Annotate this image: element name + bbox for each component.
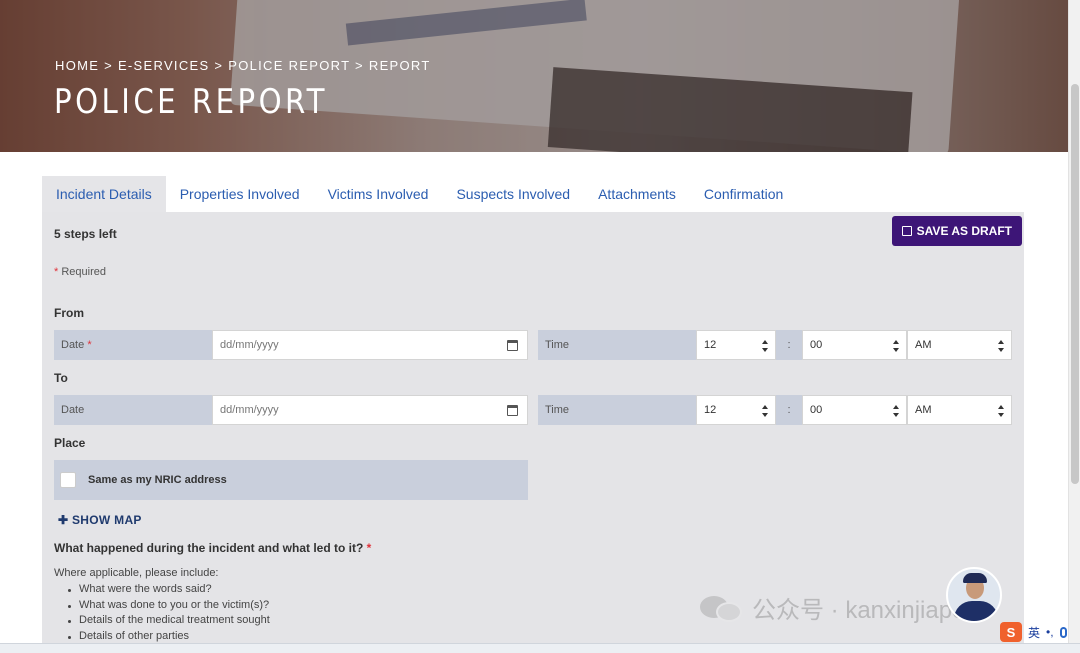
to-time-label: Time <box>538 395 696 425</box>
scrollbar-thumb[interactable] <box>1071 84 1079 484</box>
to-time-colon: : <box>776 395 802 425</box>
taskbar <box>0 643 1080 653</box>
select-arrows-icon <box>998 340 1004 352</box>
tab-victims-involved[interactable]: Victims Involved <box>314 176 443 212</box>
breadcrumb-police-report[interactable]: POLICE REPORT <box>228 58 350 73</box>
plus-icon: ✚ <box>58 513 69 527</box>
ime-toolbar[interactable]: S 英 •, <box>1000 621 1067 643</box>
select-arrows-icon <box>762 340 768 352</box>
hero-banner: HOME > E-SERVICES > POLICE REPORT > REPO… <box>0 0 1068 152</box>
calendar-icon[interactable] <box>507 405 518 416</box>
calendar-icon[interactable] <box>507 340 518 351</box>
assistant-avatar[interactable] <box>946 567 1002 623</box>
tab-properties-involved[interactable]: Properties Involved <box>166 176 314 212</box>
to-minute-select[interactable]: 00 <box>802 395 907 425</box>
sogou-logo-icon[interactable]: S <box>1000 622 1022 642</box>
from-label: From <box>54 306 84 320</box>
to-date-input[interactable]: dd/mm/yyyy <box>212 395 528 425</box>
incident-helper: Where applicable, please include: <box>54 567 219 579</box>
breadcrumb: HOME > E-SERVICES > POLICE REPORT > REPO… <box>55 58 431 73</box>
ime-language[interactable]: 英 <box>1028 624 1040 641</box>
show-map-link[interactable]: ✚ SHOW MAP <box>58 513 142 527</box>
tab-attachments[interactable]: Attachments <box>584 176 690 212</box>
same-as-nric-option[interactable]: Same as my NRIC address <box>54 460 528 500</box>
breadcrumb-e-services[interactable]: E-SERVICES <box>118 58 210 73</box>
select-arrows-icon <box>893 405 899 417</box>
save-icon <box>901 226 912 236</box>
incident-question: What happened during the incident and wh… <box>54 541 372 555</box>
select-arrows-icon <box>893 340 899 352</box>
watermark: 公众号 · kanxinjiapo <box>700 590 965 625</box>
steps-left: 5 steps left <box>54 227 117 241</box>
to-date-label: Date <box>54 395 212 425</box>
page-title: POLICE REPORT <box>54 82 328 122</box>
from-time-colon: : <box>776 330 802 360</box>
tab-bar: Incident Details Properties Involved Vic… <box>42 176 797 212</box>
to-ampm-select[interactable]: AM <box>907 395 1012 425</box>
from-date-input[interactable]: dd/mm/yyyy <box>212 330 528 360</box>
incident-form: 5 steps left SAVE AS DRAFT * Required Fr… <box>42 212 1024 653</box>
to-hour-select[interactable]: 12 <box>696 395 776 425</box>
from-time-label: Time <box>538 330 696 360</box>
page: HOME > E-SERVICES > POLICE REPORT > REPO… <box>0 0 1080 653</box>
from-hour-select[interactable]: 12 <box>696 330 776 360</box>
save-as-draft-button[interactable]: SAVE AS DRAFT <box>891 216 1022 246</box>
to-label: To <box>54 371 68 385</box>
from-date-label: Date * <box>54 330 212 360</box>
tab-suspects-involved[interactable]: Suspects Involved <box>442 176 584 212</box>
tab-confirmation[interactable]: Confirmation <box>690 176 797 212</box>
breadcrumb-report: REPORT <box>368 58 431 73</box>
from-ampm-select[interactable]: AM <box>907 330 1012 360</box>
list-item: What was done to you or the victim(s)? <box>66 599 270 615</box>
incident-helper-list: What were the words said? What was done … <box>66 583 270 645</box>
select-arrows-icon <box>762 405 768 417</box>
wechat-logo-icon <box>700 592 744 624</box>
to-row: Date dd/mm/yyyy Time 12 : 00 AM <box>54 395 1012 425</box>
ime-punctuation[interactable]: •, <box>1046 625 1054 639</box>
microphone-icon[interactable] <box>1059 626 1067 638</box>
same-as-nric-checkbox[interactable] <box>60 472 76 488</box>
breadcrumb-home[interactable]: HOME <box>55 58 99 73</box>
page-scrollbar[interactable] <box>1068 0 1080 653</box>
list-item: What were the words said? <box>66 583 270 599</box>
select-arrows-icon <box>998 405 1004 417</box>
from-minute-select[interactable]: 00 <box>802 330 907 360</box>
required-note: * Required <box>54 266 106 278</box>
place-label: Place <box>54 436 86 450</box>
list-item: Details of the medical treatment sought <box>66 614 270 630</box>
from-row: Date * dd/mm/yyyy Time 12 : 00 AM <box>54 330 1012 360</box>
tab-incident-details[interactable]: Incident Details <box>42 176 166 212</box>
